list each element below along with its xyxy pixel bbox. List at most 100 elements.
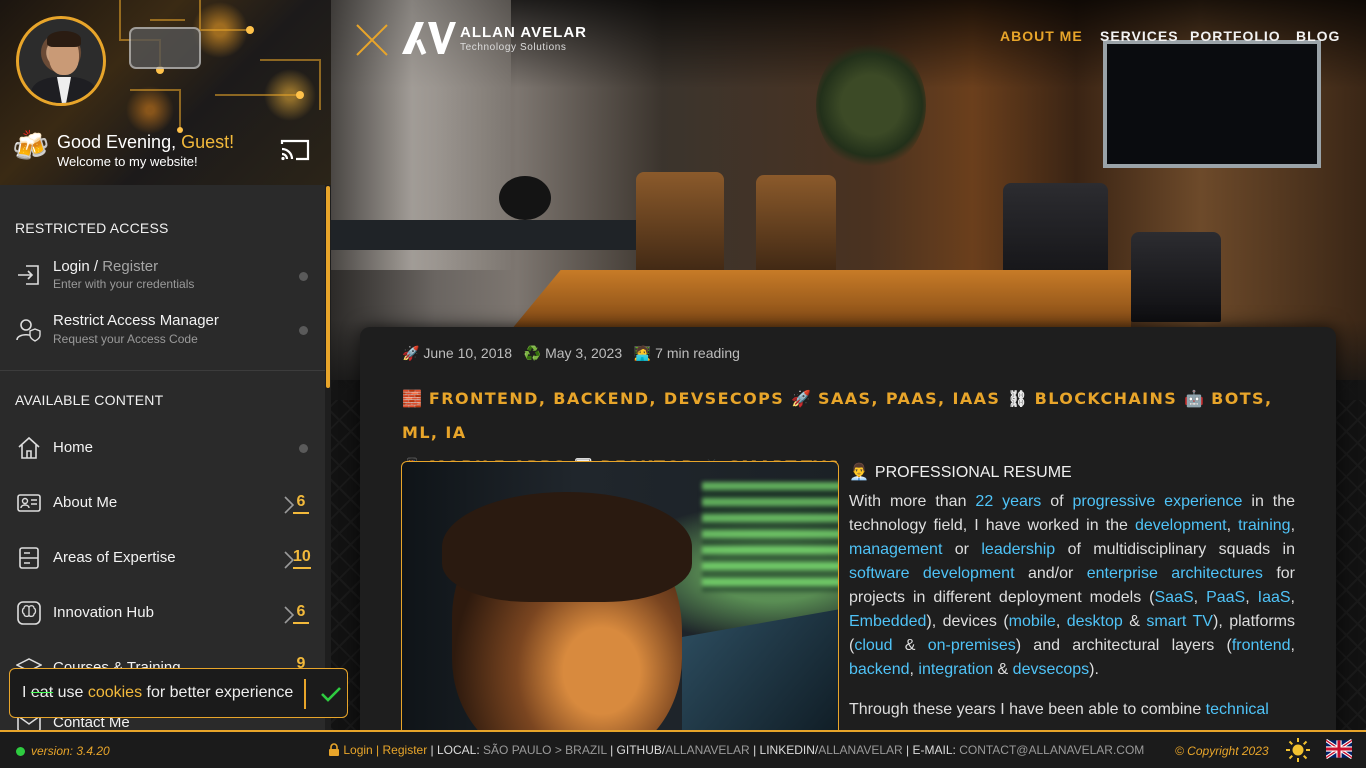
welcome-text: Welcome to my website! (57, 154, 198, 169)
resume-link[interactable]: frontend (1232, 637, 1291, 654)
count-badge: 10 (293, 548, 311, 569)
lock-icon (329, 743, 339, 756)
resume-link[interactable]: 22 years (975, 493, 1041, 510)
sidebar-item-home[interactable]: Home (0, 423, 325, 473)
guest-name: Guest! (181, 132, 235, 152)
beer-icon: 🍻 (12, 129, 50, 164)
article-meta: 🚀 June 10, 2018 ♻️ May 3, 2023 🧑‍💻 7 min… (402, 345, 740, 362)
server-icon (19, 547, 39, 569)
count-badge: 6 (293, 603, 309, 624)
resume-link[interactable]: progressive experience (1073, 493, 1243, 510)
sidebar-item-areas-of-expertise[interactable]: Areas of Expertise 10 (0, 533, 325, 583)
sidebar: 🍻 Good Evening, Guest! Welcome to my web… (0, 0, 331, 730)
restrict-manager-sub: Request your Access Code (53, 332, 198, 346)
resume-link[interactable]: leadership (981, 541, 1055, 558)
article-photo (401, 461, 839, 741)
restrict-access-manager-item[interactable]: Restrict Access Manager Request your Acc… (0, 311, 325, 361)
resume-link[interactable]: devsecops (1013, 661, 1090, 678)
available-content-title: AVAILABLE CONTENT (15, 392, 164, 408)
cookie-text: I eat use cookies for better experience (22, 684, 294, 701)
cookie-separator (304, 679, 306, 709)
footer-register-link[interactable]: Register (383, 743, 428, 757)
footer: version: 3.4.20 Login | Register | LOCAL… (0, 730, 1366, 768)
nav-services[interactable]: SERVICES (1100, 28, 1179, 44)
greeting-text: Good Evening, (57, 132, 182, 152)
footer-github-link[interactable]: ALLANAVELAR (665, 743, 750, 757)
register-link[interactable]: Register (102, 258, 158, 275)
restricted-access-title: RESTRICTED ACCESS (15, 220, 169, 236)
bricks-icon: 🧱 (402, 389, 422, 408)
resume-link[interactable]: development (1135, 517, 1227, 534)
resume-link[interactable]: PaaS (1206, 589, 1245, 606)
resume-link[interactable]: SaaS (1155, 589, 1194, 606)
resume-link[interactable]: software development (849, 565, 1015, 582)
copyright: © Copyright 2023 (1175, 744, 1269, 758)
sidebar-item-label: Home (53, 439, 94, 456)
chain-icon: ⛓ (1007, 389, 1028, 408)
published-date: June 10, 2018 (423, 345, 513, 361)
resume-paragraph-2: Through these years I have been able to … (849, 701, 1269, 718)
resume-link[interactable]: desktop (1067, 613, 1123, 630)
resume-link[interactable]: training (1238, 517, 1290, 534)
login-sub: Enter with your credentials (53, 277, 195, 291)
resume-link[interactable]: technical (1206, 701, 1269, 718)
resume-link[interactable]: cloud (854, 637, 892, 654)
sidebar-item-innovation-hub[interactable]: Innovation Hub 6 (0, 588, 325, 638)
updated-date: May 3, 2023 (545, 345, 623, 361)
resume-link[interactable]: management (849, 541, 942, 558)
rocket-icon: 🚀 (791, 389, 812, 408)
category-tag[interactable]: FRONTEND, BACKEND, DEVSECOPS (429, 389, 784, 408)
category-tag[interactable]: BLOCKCHAINS (1035, 389, 1178, 408)
resume-link[interactable]: integration (918, 661, 993, 678)
nav-about-me[interactable]: ABOUT ME (1000, 28, 1083, 44)
professional-icon: 👨‍💼 (849, 464, 869, 481)
sidebar-item-about-me[interactable]: About Me 6 (0, 478, 325, 528)
login-label: Login / Register (53, 258, 159, 275)
nav-portfolio[interactable]: PORTFOLIO (1190, 28, 1281, 44)
footer-login-link[interactable]: Login (343, 743, 372, 757)
status-dot (299, 326, 308, 335)
resume-link[interactable]: backend (849, 661, 910, 678)
category-tag[interactable]: SAAS, PAAS, IAAS (818, 389, 1000, 408)
resume-link[interactable]: Embedded (849, 613, 926, 630)
reader-icon: 🧑‍💻 (633, 345, 652, 361)
cookies-link[interactable]: cookies (88, 684, 142, 701)
resume-paragraph-1: With more than 22 years of progressive e… (849, 493, 1296, 678)
login-register-item[interactable]: Login / Register Enter with your credent… (0, 256, 325, 306)
user-shield-icon (16, 319, 41, 342)
sidebar-item-label: About Me (53, 494, 118, 511)
reading-time: 7 min reading (655, 345, 740, 361)
count-badge: 6 (293, 493, 309, 514)
greeting: Good Evening, Guest! Welcome to my websi… (57, 132, 234, 169)
footer-location: SÃO PAULO > BRAZIL (483, 743, 607, 757)
resume-link[interactable]: enterprise architectures (1087, 565, 1263, 582)
sidebar-scroll-thumb[interactable] (326, 186, 330, 388)
sun-icon[interactable] (1286, 738, 1310, 762)
footer-email-link[interactable]: CONTACT@ALLANAVELAR.COM (959, 743, 1144, 757)
professional-resume: 👨‍💼 PROFESSIONAL RESUME With more than 22… (849, 462, 1295, 722)
resume-link[interactable]: IaaS (1258, 589, 1291, 606)
rocket-icon: 🚀 (402, 345, 420, 361)
sidebar-item-label: Innovation Hub (53, 604, 154, 621)
status-dot (299, 444, 308, 453)
version-info: version: 3.4.20 (16, 744, 110, 758)
resume-heading: 👨‍💼 PROFESSIONAL RESUME (849, 464, 1072, 481)
resume-link[interactable]: smart TV (1146, 613, 1213, 630)
login-icon (18, 265, 39, 285)
footer-links: Login | Register | LOCAL: SÃO PAULO > BR… (328, 743, 1144, 757)
resume-link[interactable]: mobile (1009, 613, 1056, 630)
home-icon (18, 436, 40, 459)
cookie-banner: I eat use cookies for better experience (9, 668, 348, 718)
nav-blog[interactable]: BLOG (1296, 28, 1340, 44)
resume-link[interactable]: on-premises (928, 637, 1016, 654)
online-status-dot (16, 747, 25, 756)
uk-flag-icon[interactable] (1326, 739, 1352, 759)
brain-icon (17, 601, 41, 625)
cast-icon[interactable] (280, 138, 310, 162)
footer-linkedin-link[interactable]: ALLANAVELAR (818, 743, 903, 757)
id-card-icon (17, 494, 41, 512)
divider (0, 370, 325, 371)
status-dot (299, 272, 308, 281)
robot-icon: 🤖 (1184, 389, 1205, 408)
check-icon[interactable] (314, 677, 348, 711)
